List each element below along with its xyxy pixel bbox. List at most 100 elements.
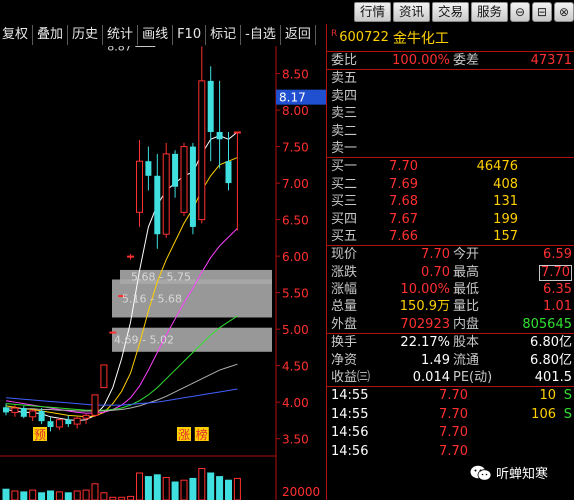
bids-price[interactable]: 7.66 bbox=[389, 228, 418, 245]
volume-bar bbox=[29, 489, 37, 500]
asks-row: 卖四 bbox=[327, 88, 574, 105]
bids-row: 买四 7.67 199 bbox=[327, 211, 574, 228]
candle bbox=[162, 142, 170, 238]
event-marker[interactable]: 涨 bbox=[178, 427, 190, 442]
tick-row: 14:55 7.70 106 S bbox=[327, 406, 574, 425]
quote-value: 7.70 bbox=[421, 247, 450, 263]
candle bbox=[65, 415, 72, 428]
candle bbox=[225, 131, 232, 191]
y-tick-label: 6.50 bbox=[282, 214, 309, 228]
tick-list[interactable]: 14:55 7.70 10 S 14:55 7.70 106 S 14:56 7.70 14:56 7… bbox=[327, 387, 574, 461]
window-bar: 行情 资讯 交易 服务 ⊖ ⊟ ⊗ bbox=[353, 0, 574, 24]
fund-value-2: 401.5 bbox=[534, 370, 572, 386]
chart-toolbar: 复权 叠加 历史 统计 画线 F10 标记 -自选 返回 bbox=[0, 24, 326, 46]
fund-value: 0.014 bbox=[412, 370, 450, 386]
weibi-row: 委比 100.00% 委差 47371 bbox=[327, 52, 574, 71]
candle bbox=[136, 140, 143, 227]
event-marker[interactable]: 榜 bbox=[196, 427, 208, 442]
minimize-icon[interactable]: ⊖ bbox=[510, 2, 530, 22]
volume-bar bbox=[2, 488, 10, 500]
quote-value-2: 6.35 bbox=[543, 282, 572, 298]
fund-label-2: PE(动) bbox=[453, 370, 493, 386]
bids-label: 买三 bbox=[331, 194, 358, 210]
candle bbox=[73, 416, 81, 429]
candle bbox=[100, 364, 108, 389]
volume-bar bbox=[127, 495, 135, 500]
bids-price[interactable]: 7.67 bbox=[389, 211, 418, 228]
y-tick-label: 3.50 bbox=[282, 433, 309, 447]
toolbar-button-7[interactable]: -自选 bbox=[241, 25, 281, 45]
asks-label: 卖五 bbox=[331, 71, 358, 87]
volume-bar bbox=[144, 476, 152, 500]
fund-label-2: 股本 bbox=[453, 335, 480, 351]
candle bbox=[216, 80, 223, 169]
bids-qty: 408 bbox=[493, 176, 518, 192]
candle bbox=[189, 142, 196, 235]
bids-price[interactable]: 7.69 bbox=[389, 176, 418, 193]
bids-price[interactable]: 7.68 bbox=[389, 193, 418, 210]
window-button-2[interactable]: 交易 bbox=[431, 2, 469, 22]
close-icon[interactable]: ⊗ bbox=[554, 2, 574, 22]
fund-value: 1.49 bbox=[421, 352, 450, 368]
toolbar-button-5[interactable]: F10 bbox=[173, 25, 207, 45]
volume-bar bbox=[225, 479, 232, 500]
tick-price: 7.70 bbox=[439, 388, 468, 404]
weibi-value: 100.00% bbox=[392, 53, 450, 68]
stock-name[interactable]: 金牛化工 bbox=[393, 28, 449, 48]
tick-price: 7.70 bbox=[439, 406, 468, 422]
bids-qty: 131 bbox=[493, 194, 518, 210]
fund-label: 收益㈢ bbox=[331, 370, 371, 386]
quote-label: 涨跌 bbox=[331, 264, 358, 280]
toolbar-button-1[interactable]: 叠加 bbox=[33, 25, 69, 45]
weicha-label: 委差 bbox=[453, 53, 480, 68]
volume-bar bbox=[136, 472, 143, 500]
quote-label-2: 最低 bbox=[453, 282, 480, 298]
toolbar-button-2[interactable]: 历史 bbox=[68, 25, 104, 45]
volume-bar bbox=[162, 477, 170, 500]
fund-label: 换手 bbox=[331, 335, 358, 351]
fund-row: 净资 1.49 流通 6.80亿 bbox=[327, 352, 574, 369]
toolbar-button-6[interactable]: 标记 bbox=[206, 25, 242, 45]
fund-row: 收益㈢ 0.014 PE(动) 401.5 bbox=[327, 369, 574, 386]
volume-bar bbox=[82, 489, 90, 500]
asks-row: 卖一 bbox=[327, 140, 574, 157]
quote-label: 现价 bbox=[331, 247, 358, 263]
candle bbox=[207, 66, 214, 162]
bids-row: 买三 7.68 131 bbox=[327, 193, 574, 210]
quote-value-2: 805645 bbox=[522, 316, 572, 332]
kline-chart[interactable]: 8.50 8.00 7.50 7.00 6.50 6.00 5.50 5.00 4.50 4.00… bbox=[0, 46, 326, 500]
candle bbox=[29, 409, 37, 422]
volume-bar bbox=[38, 492, 46, 500]
bids-qty: 157 bbox=[493, 228, 518, 244]
window-button-3[interactable]: 服务 bbox=[470, 2, 508, 22]
y-tick-label: 8.00 bbox=[282, 104, 309, 118]
quote-label-2: 今开 bbox=[453, 247, 480, 263]
fund-label-2: 流通 bbox=[453, 352, 480, 368]
bids-price[interactable]: 7.70 bbox=[389, 158, 418, 175]
toolbar-button-0[interactable]: 复权 bbox=[0, 25, 34, 45]
toolbar-button-8[interactable]: 返回 bbox=[280, 25, 316, 45]
asks-label: 卖二 bbox=[331, 123, 358, 139]
stock-code[interactable]: 600722 bbox=[339, 30, 389, 45]
tick-time: 14:56 bbox=[331, 443, 369, 459]
bids-row: 买五 7.66 157 bbox=[327, 228, 574, 245]
event-marker[interactable]: 预 bbox=[34, 428, 46, 442]
price-annotation: 4.69 - 5.02 bbox=[114, 333, 174, 346]
y-tick-label: 8.50 bbox=[282, 68, 309, 82]
bids-qty: 46476 bbox=[476, 159, 518, 175]
tick-time: 14:55 bbox=[331, 406, 369, 422]
candle bbox=[47, 416, 54, 432]
restore-icon[interactable]: ⊟ bbox=[532, 2, 552, 22]
toolbar-button-3[interactable]: 统计 bbox=[103, 25, 139, 45]
wechat-icon bbox=[470, 465, 492, 481]
stock-header: R 600722 金牛化工 bbox=[327, 24, 574, 52]
quote-stats: 现价 7.70 今开 6.59 涨跌 0.70 最高 7.70 涨幅 10.00% 最低 6.35 总量… bbox=[327, 246, 574, 335]
fund-label: 净资 bbox=[331, 352, 358, 368]
quote-label-2: 内盘 bbox=[453, 316, 480, 332]
tick-time: 14:55 bbox=[331, 388, 369, 404]
toolbar-button-4[interactable]: 画线 bbox=[138, 25, 174, 45]
window-button-0[interactable]: 行情 bbox=[353, 2, 391, 22]
window-button-1[interactable]: 资讯 bbox=[392, 2, 430, 22]
volume-bar bbox=[171, 481, 179, 500]
quote-label: 总量 bbox=[331, 299, 358, 315]
